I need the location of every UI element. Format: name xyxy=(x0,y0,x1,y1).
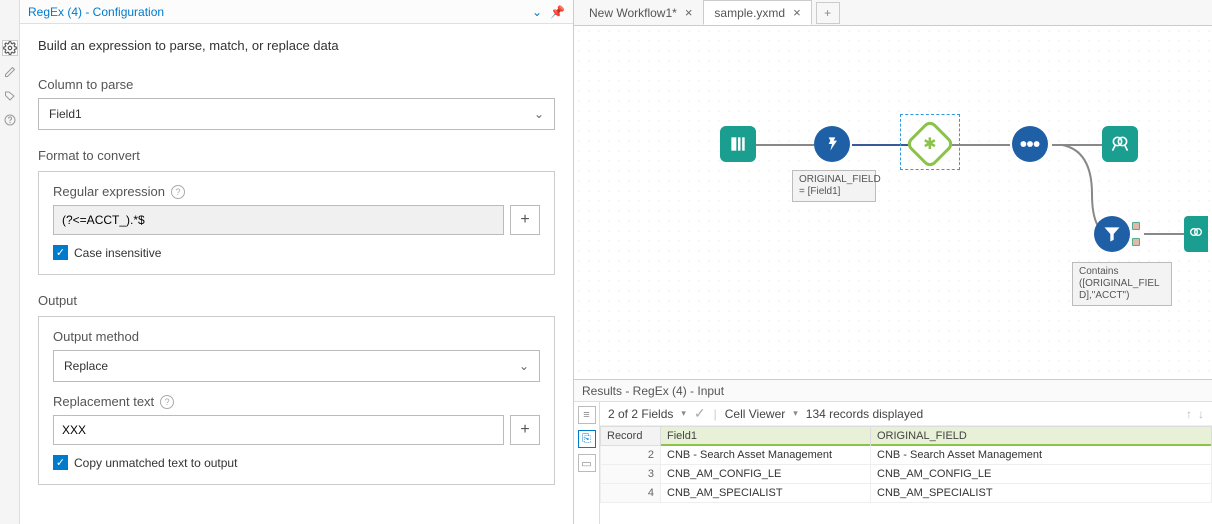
pencil-icon[interactable] xyxy=(2,64,18,80)
regex-group: Regular expression ? + ✓ Case insensitiv… xyxy=(38,171,555,275)
add-tab-button[interactable]: + xyxy=(816,2,840,24)
help-icon[interactable]: ? xyxy=(171,185,185,199)
results-toolbar: 2 of 2 Fields ▾ ✓ | Cell Viewer ▾ 134 re… xyxy=(600,402,1212,426)
help-icon[interactable]: ? xyxy=(160,395,174,409)
copy-unmatched-row[interactable]: ✓ Copy unmatched text to output xyxy=(53,455,540,470)
results-pane: Results - RegEx (4) - Input ≡ ⎘ ▭ 2 of 2… xyxy=(574,379,1212,524)
config-panel: RegEx (4) - Configuration ⌄ 📌 Build an e… xyxy=(20,0,574,524)
col-original-field[interactable]: ORIGINAL_FIELD xyxy=(871,427,1212,446)
close-icon[interactable]: × xyxy=(793,5,801,20)
config-header: RegEx (4) - Configuration ⌄ 📌 xyxy=(20,0,573,24)
output-method-select[interactable]: Replace ⌄ xyxy=(53,350,540,382)
gear-icon[interactable] xyxy=(2,40,18,56)
arrow-down-icon[interactable]: ↓ xyxy=(1198,407,1204,421)
node-filter[interactable] xyxy=(1094,216,1130,252)
chevron-down-icon[interactable]: ▾ xyxy=(793,408,798,419)
results-view-icon[interactable]: ≡ xyxy=(578,406,596,424)
replacement-text-input[interactable] xyxy=(53,415,504,445)
results-rail: ≡ ⎘ ▭ xyxy=(574,402,600,524)
results-view-icon[interactable]: ▭ xyxy=(578,454,596,472)
col-field1[interactable]: Field1 xyxy=(661,427,871,446)
node-browse[interactable] xyxy=(1184,216,1208,252)
copy-unmatched-label: Copy unmatched text to output xyxy=(74,456,237,470)
chevron-down-icon[interactable]: ▾ xyxy=(681,408,686,419)
replacement-text-label: Replacement text ? xyxy=(53,394,540,409)
col-record[interactable]: Record xyxy=(601,427,661,446)
tag-icon[interactable] xyxy=(2,88,18,104)
wire xyxy=(1144,233,1184,235)
wire xyxy=(952,144,1010,146)
records-displayed: 134 records displayed xyxy=(806,407,923,421)
node-input-data[interactable] xyxy=(720,126,756,162)
side-rail xyxy=(0,0,20,524)
checkbox-checked-icon: ✓ xyxy=(53,245,68,260)
cell-viewer-label[interactable]: Cell Viewer xyxy=(725,407,785,421)
node-select[interactable] xyxy=(1012,126,1048,162)
config-body: Build an expression to parse, match, or … xyxy=(20,24,573,524)
output-method-label: Output method xyxy=(53,329,540,344)
results-header: Results - RegEx (4) - Input xyxy=(574,380,1212,402)
config-title: RegEx (4) - Configuration xyxy=(28,5,532,19)
right-pane: New Workflow1* × sample.yxmd × + xyxy=(574,0,1212,524)
replacement-add-button[interactable]: + xyxy=(510,415,540,445)
column-to-parse-value: Field1 xyxy=(49,107,82,121)
fields-count[interactable]: 2 of 2 Fields xyxy=(608,407,673,421)
chevron-down-icon[interactable]: ⌄ xyxy=(532,5,542,19)
chevron-down-icon: ⌄ xyxy=(534,107,544,121)
arrow-up-icon[interactable]: ↑ xyxy=(1186,407,1192,421)
table-row[interactable]: 4 CNB_AM_SPECIALIST CNB_AM_SPECIALIST xyxy=(601,484,1212,503)
node-formula[interactable] xyxy=(814,126,850,162)
case-insensitive-row[interactable]: ✓ Case insensitive xyxy=(53,245,540,260)
node-annotation: Contains ([ORIGINAL_FIEL D],"ACCT") xyxy=(1072,262,1172,306)
results-grid[interactable]: Record Field1 ORIGINAL_FIELD 2 CNB - Sea… xyxy=(600,426,1212,524)
pin-icon[interactable]: 📌 xyxy=(550,5,565,19)
results-view-icon[interactable]: ⎘ xyxy=(578,430,596,448)
case-insensitive-label: Case insensitive xyxy=(74,246,161,260)
checkbox-checked-icon: ✓ xyxy=(53,455,68,470)
workflow-canvas[interactable]: ORIGINAL_FIELD = [Field1] ✱ Contains ([O… xyxy=(574,26,1212,379)
regex-input[interactable] xyxy=(53,205,504,235)
wire xyxy=(756,144,814,146)
chevron-down-icon: ⌄ xyxy=(519,359,529,373)
node-annotation: ORIGINAL_FIELD = [Field1] xyxy=(792,170,876,202)
format-to-convert-label: Format to convert xyxy=(38,148,555,163)
regex-label: Regular expression ? xyxy=(53,184,540,199)
tab-new-workflow[interactable]: New Workflow1* × xyxy=(578,0,703,25)
help-icon[interactable] xyxy=(2,112,18,128)
column-to-parse-label: Column to parse xyxy=(38,77,555,92)
table-row[interactable]: 3 CNB_AM_CONFIG_LE CNB_AM_CONFIG_LE xyxy=(601,465,1212,484)
close-icon[interactable]: × xyxy=(685,5,693,20)
port-true xyxy=(1132,222,1140,230)
config-instruction: Build an expression to parse, match, or … xyxy=(38,38,555,53)
port-false xyxy=(1132,238,1140,246)
node-browse[interactable] xyxy=(1102,126,1138,162)
tab-sample[interactable]: sample.yxmd × xyxy=(703,0,811,25)
regex-add-button[interactable]: + xyxy=(510,205,540,235)
table-row[interactable]: 2 CNB - Search Asset Management CNB - Se… xyxy=(601,446,1212,465)
output-method-value: Replace xyxy=(64,359,108,373)
output-label: Output xyxy=(38,293,555,308)
column-to-parse-select[interactable]: Field1 ⌄ xyxy=(38,98,555,130)
tab-bar: New Workflow1* × sample.yxmd × + xyxy=(574,0,1212,26)
check-icon[interactable]: ✓ xyxy=(694,405,706,422)
output-group: Output method Replace ⌄ Replacement text… xyxy=(38,316,555,485)
